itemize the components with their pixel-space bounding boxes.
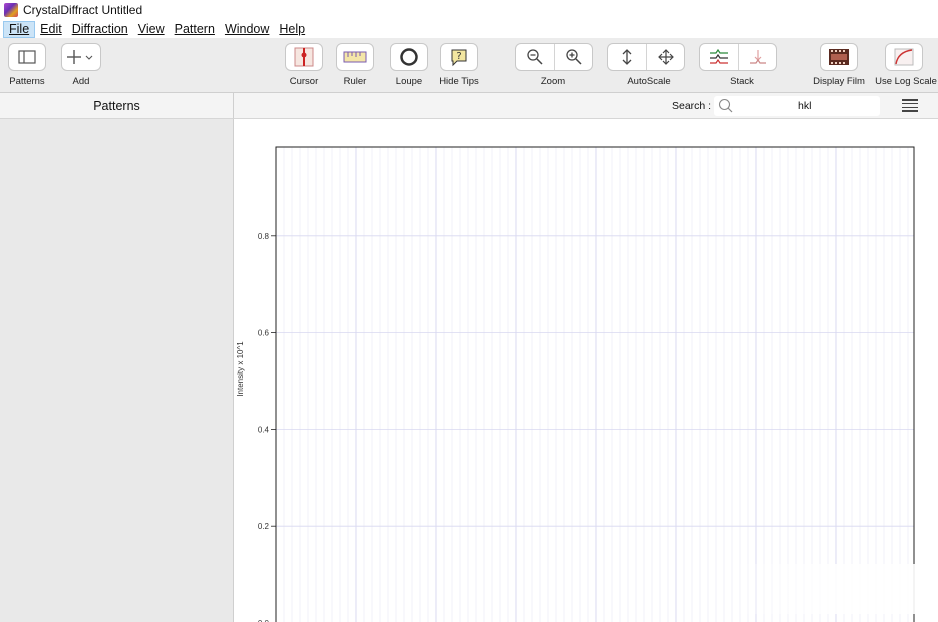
menu-help[interactable]: Help bbox=[274, 21, 310, 38]
cursor-button[interactable] bbox=[285, 43, 323, 71]
zoom-segment bbox=[515, 43, 593, 71]
ruler-button[interactable] bbox=[336, 43, 374, 71]
plot-overlay-fade bbox=[718, 564, 918, 614]
zoom-label: Zoom bbox=[540, 76, 566, 87]
search-label: Search : bbox=[672, 100, 712, 112]
loupe-button[interactable] bbox=[390, 43, 428, 71]
autoscale-segment bbox=[607, 43, 685, 71]
svg-text:?: ? bbox=[456, 51, 461, 62]
add-button[interactable] bbox=[61, 43, 101, 71]
menu-file[interactable]: File bbox=[3, 20, 36, 38]
loupe-icon bbox=[400, 48, 418, 66]
window-title: CrystalDiffract Untitled bbox=[23, 3, 143, 17]
ruler-label: Ruler bbox=[343, 76, 367, 87]
autoscale-vertical-button[interactable] bbox=[608, 44, 646, 70]
menu-edit[interactable]: Edit bbox=[35, 21, 67, 38]
sidebar-toggle-icon bbox=[18, 50, 36, 64]
y-tick-label: 0.8 bbox=[258, 232, 270, 241]
patterns-sidebar[interactable] bbox=[0, 119, 234, 622]
display-film-button[interactable] bbox=[820, 43, 858, 71]
patterns-button[interactable] bbox=[8, 43, 46, 71]
stack-segment bbox=[699, 43, 777, 71]
plot-area[interactable]: 0.80.60.40.20.0Intensity x 10^1 bbox=[234, 119, 938, 622]
y-tick-label: 0.2 bbox=[258, 522, 270, 531]
vertical-arrows-icon bbox=[622, 49, 632, 65]
unstack-icon bbox=[749, 50, 766, 64]
autoscale-both-button[interactable] bbox=[646, 44, 684, 70]
toolbar: Patterns Add Cursor Ruler Loupe ? Hide T… bbox=[0, 38, 938, 93]
title-bar: CrystalDiffract Untitled bbox=[0, 0, 938, 20]
search-icon bbox=[718, 98, 733, 113]
cursor-label: Cursor bbox=[289, 76, 319, 87]
search-input[interactable]: hkl bbox=[714, 96, 880, 116]
display-film-label: Display Film bbox=[813, 76, 865, 87]
ruler-icon bbox=[343, 51, 367, 63]
menu-pattern[interactable]: Pattern bbox=[170, 21, 220, 38]
search-bar: Search : hkl bbox=[234, 93, 938, 119]
menu-bar: File Edit Diffraction View Pattern Windo… bbox=[0, 20, 938, 38]
app-icon bbox=[4, 3, 18, 17]
autoscale-label: AutoScale bbox=[627, 76, 671, 87]
sidebar-header: Patterns bbox=[0, 93, 234, 119]
cursor-icon bbox=[294, 47, 314, 67]
stack-button[interactable] bbox=[700, 44, 738, 70]
search-value: hkl bbox=[798, 100, 812, 112]
film-strip-icon bbox=[829, 49, 849, 65]
y-tick-label: 0.6 bbox=[258, 329, 270, 338]
zoom-out-icon bbox=[527, 49, 543, 65]
move-arrows-icon bbox=[657, 49, 674, 65]
stack-label: Stack bbox=[730, 76, 754, 87]
chart[interactable]: 0.80.60.40.20.0Intensity x 10^1 bbox=[234, 119, 938, 622]
plus-chevron-icon bbox=[67, 50, 93, 64]
loupe-label: Loupe bbox=[395, 76, 423, 87]
menu-window[interactable]: Window bbox=[220, 21, 274, 38]
use-log-scale-label: Use Log Scale bbox=[875, 76, 937, 87]
menu-view[interactable]: View bbox=[133, 21, 170, 38]
unstack-button[interactable] bbox=[738, 44, 776, 70]
patterns-label: Patterns bbox=[9, 76, 45, 87]
stack-lines-icon bbox=[710, 48, 728, 64]
use-log-scale-button[interactable] bbox=[885, 43, 923, 71]
menu-diffraction[interactable]: Diffraction bbox=[67, 21, 133, 38]
zoom-in-button[interactable] bbox=[554, 44, 592, 70]
sidebar-title: Patterns bbox=[93, 98, 140, 113]
hamburger-menu-icon[interactable] bbox=[902, 99, 918, 112]
hide-tips-button[interactable]: ? bbox=[440, 43, 478, 71]
hide-tips-label: Hide Tips bbox=[439, 76, 479, 87]
zoom-in-icon bbox=[565, 49, 582, 65]
speech-bubble-question-icon: ? bbox=[451, 49, 467, 67]
log-curve-icon bbox=[894, 48, 914, 66]
y-tick-label: 0.4 bbox=[258, 425, 270, 434]
add-label: Add bbox=[72, 76, 90, 87]
y-axis-label: Intensity x 10^1 bbox=[236, 341, 245, 397]
zoom-out-button[interactable] bbox=[516, 44, 554, 70]
